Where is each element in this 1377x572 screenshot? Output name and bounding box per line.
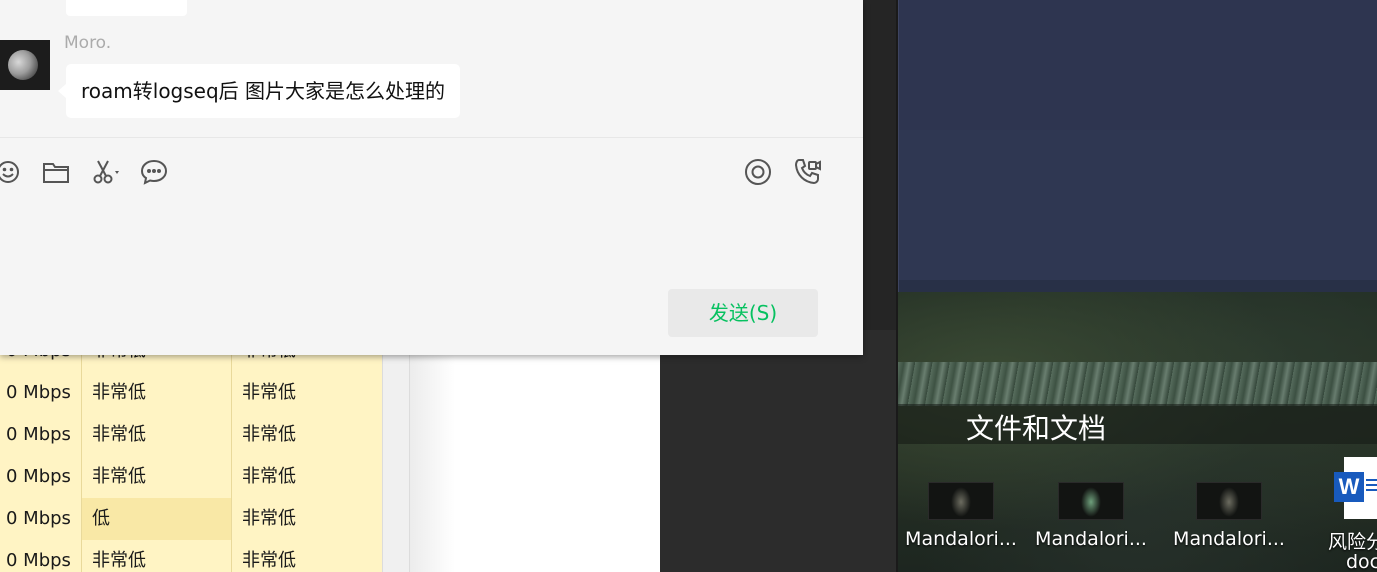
message-bubble[interactable]: roam转logseq后 图片大家是怎么处理的 (57, 64, 461, 118)
desktop-wallpaper: 文件和文档 Mandalori... Mandalori... Mandalor… (898, 292, 1377, 572)
process-table: 0 Mbps 非常低 非常低 0 Mbps 非常低 非常低 0 Mbps 非常低… (0, 330, 382, 572)
video-thumbnail (1058, 482, 1124, 520)
window-bottom-edge (899, 280, 1377, 292)
power-usage-cell: 非常低 (81, 456, 231, 498)
network-cell: 0 Mbps (6, 550, 71, 571)
sender-name: Moro. (64, 33, 112, 53)
desktop-group-title: 文件和文档 (966, 412, 1107, 445)
file-label-ext: doc (1346, 551, 1377, 572)
power-usage-cell: 低 (81, 498, 231, 540)
power-trend-cell: 非常低 (231, 414, 382, 456)
word-lines-icon (1366, 479, 1377, 493)
scissors-icon[interactable] (89, 156, 121, 188)
word-icon: W (1334, 472, 1364, 502)
network-cell: 0 Mbps (6, 508, 71, 529)
desktop-video-file[interactable]: Mandalori... (1028, 482, 1154, 550)
emoji-icon[interactable] (0, 156, 24, 188)
file-label: Mandalori... (905, 528, 1017, 550)
file-label: 风险分 (1328, 531, 1377, 553)
video-thumbnail (928, 482, 994, 520)
desktop-video-file[interactable]: Mandalori... (898, 482, 1024, 550)
previous-message-bubble (66, 0, 187, 16)
send-button[interactable]: 发送(S) (668, 289, 818, 337)
folder-icon[interactable] (40, 156, 72, 188)
table-row[interactable]: 0 Mbps 非常低 非常低 (0, 540, 382, 572)
video-call-icon[interactable] (791, 156, 823, 188)
power-usage-cell: 非常低 (81, 372, 231, 414)
wallpaper-foliage (898, 362, 1377, 406)
file-label: Mandalori... (1173, 528, 1285, 550)
network-cell: 0 Mbps (6, 382, 71, 403)
power-trend-cell: 非常低 (231, 456, 382, 498)
power-trend-cell: 非常低 (231, 540, 382, 572)
avatar[interactable] (0, 40, 50, 90)
table-row[interactable]: 0 Mbps 非常低 非常低 (0, 414, 382, 456)
details-pane (410, 330, 660, 572)
chat-bubble-icon[interactable] (138, 156, 170, 188)
file-label: Mandalori... (1035, 528, 1147, 550)
input-divider (0, 137, 863, 138)
chat-window: Moro. roam转logseq后 图片大家是怎么处理的 发送(S) (0, 0, 863, 355)
power-usage-cell: 非常低 (81, 414, 231, 456)
table-row[interactable]: 0 Mbps 低 非常低 (0, 498, 382, 540)
table-scrollbar[interactable] (382, 330, 410, 572)
dark-background (660, 330, 898, 572)
video-thumbnail (1196, 482, 1262, 520)
power-trend-cell: 非常低 (231, 372, 382, 414)
window-band (899, 130, 1377, 280)
background-window (898, 0, 1377, 292)
desktop-video-file[interactable]: Mandalori... (1166, 482, 1292, 550)
power-trend-cell: 非常低 (231, 498, 382, 540)
network-cell: 0 Mbps (6, 424, 71, 445)
live-icon[interactable] (742, 156, 774, 188)
window-edge (863, 0, 898, 572)
moon-icon (8, 50, 38, 80)
table-row[interactable]: 0 Mbps 非常低 非常低 (0, 456, 382, 498)
power-usage-cell: 非常低 (81, 540, 231, 572)
table-row[interactable]: 0 Mbps 非常低 非常低 (0, 372, 382, 414)
task-manager-window: 0 Mbps 非常低 非常低 0 Mbps 非常低 非常低 0 Mbps 非常低… (0, 330, 660, 572)
network-cell: 0 Mbps (6, 466, 71, 487)
